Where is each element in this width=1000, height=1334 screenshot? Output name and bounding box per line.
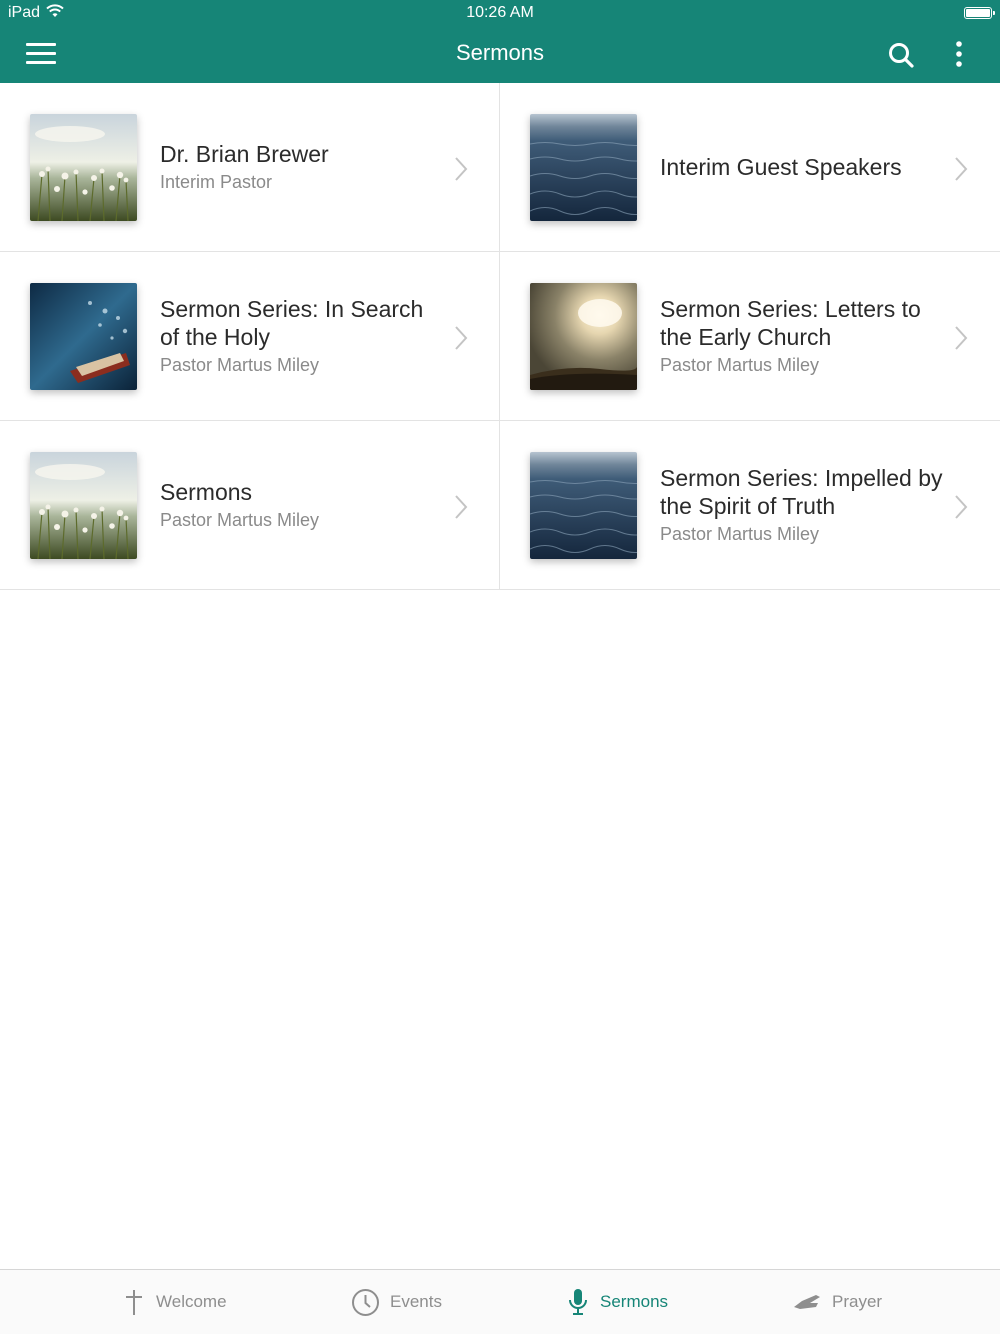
series-thumbnail: [30, 283, 137, 390]
tab-label: Events: [390, 1292, 442, 1311]
series-title: Sermon Series: Impelled by the Spirit of…: [660, 465, 943, 519]
chevron-right-icon: [955, 326, 968, 350]
series-text: Sermons Pastor Martus Miley: [160, 421, 445, 589]
series-title: Dr. Brian Brewer: [160, 141, 329, 167]
series-title: Sermon Series: Letters to the Early Chur…: [660, 296, 921, 350]
series-title: Sermons: [160, 479, 253, 505]
tab-prayer[interactable]: Prayer: [792, 1270, 882, 1334]
series-subtitle: Pastor Martus Miley: [660, 355, 820, 375]
tab-events[interactable]: Events: [351, 1270, 442, 1334]
app-header: iPad 10:26 AM Sermons: [0, 0, 1000, 83]
chevron-right-icon: [455, 157, 468, 181]
series-text: Sermon Series: Letters to the Early Chur…: [660, 252, 945, 420]
tab-label: Prayer: [832, 1292, 883, 1311]
battery-icon: [964, 7, 995, 19]
series-subtitle: Pastor Martus Miley: [660, 524, 820, 544]
series-thumbnail: [30, 452, 137, 559]
series-item[interactable]: Sermon Series: Impelled by the Spirit of…: [500, 421, 1000, 590]
chevron-right-icon: [955, 495, 968, 519]
series-subtitle: Interim Pastor: [160, 172, 273, 192]
series-item[interactable]: Sermons Pastor Martus Miley: [0, 421, 500, 590]
series-title: Sermon Series: In Search of the Holy: [160, 296, 424, 350]
search-icon[interactable]: [887, 41, 915, 69]
series-thumbnail: [530, 114, 637, 221]
series-item[interactable]: Sermon Series: In Search of the Holy Pas…: [0, 252, 500, 421]
cross-icon: [126, 1290, 142, 1315]
series-subtitle: Pastor Martus Miley: [160, 355, 320, 375]
series-title: Interim Guest Speakers: [660, 154, 902, 180]
series-subtitle: Pastor Martus Miley: [160, 510, 320, 530]
chevron-right-icon: [955, 157, 968, 181]
navigation-bar: Sermons: [0, 26, 1000, 83]
page-title: Sermons: [455, 40, 545, 65]
series-text: Dr. Brian Brewer Interim Pastor: [160, 83, 445, 251]
series-item[interactable]: Dr. Brian Brewer Interim Pastor: [0, 83, 500, 252]
microphone-icon: [569, 1289, 587, 1315]
status-bar: iPad 10:26 AM: [0, 0, 1000, 26]
praying-hands-icon: [794, 1295, 820, 1309]
chevron-right-icon: [455, 495, 468, 519]
chevron-right-icon: [455, 326, 468, 350]
more-vertical-icon[interactable]: [948, 40, 970, 70]
tab-bar: Welcome Events Sermons Prayer: [0, 1269, 1000, 1334]
series-thumbnail: [530, 452, 637, 559]
clock-icon: [352, 1288, 379, 1316]
series-text: Interim Guest Speakers: [660, 83, 945, 251]
series-item[interactable]: Interim Guest Speakers: [500, 83, 1000, 252]
clock-time: 10:26 AM: [466, 4, 534, 21]
series-thumbnail: [30, 114, 137, 221]
series-thumbnail: [530, 283, 637, 390]
tab-label: Sermons: [600, 1292, 669, 1311]
series-item[interactable]: Sermon Series: Letters to the Early Chur…: [500, 252, 1000, 421]
series-text: Sermon Series: In Search of the Holy Pas…: [160, 252, 445, 420]
tab-label: Welcome: [156, 1292, 227, 1311]
series-text: Sermon Series: Impelled by the Spirit of…: [660, 421, 945, 589]
tab-sermons[interactable]: Sermons: [566, 1270, 668, 1334]
sermon-series-grid: Dr. Brian Brewer Interim Pastor Interim …: [0, 83, 1000, 591]
tab-welcome[interactable]: Welcome: [122, 1270, 227, 1334]
